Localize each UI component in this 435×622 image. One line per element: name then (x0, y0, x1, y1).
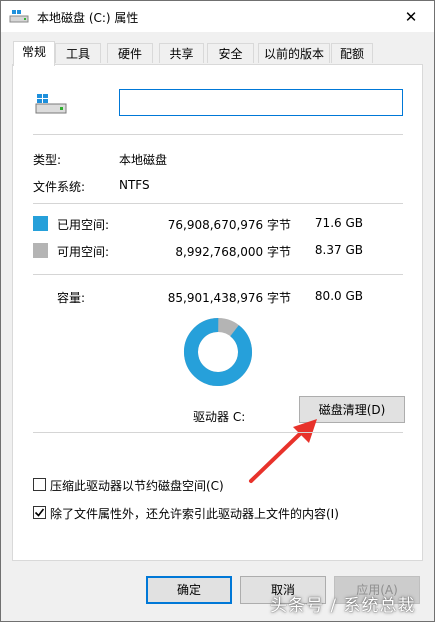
volume-name-input[interactable] (119, 89, 403, 116)
free-space-label: 可用空间: (57, 245, 110, 259)
free-space-swatch (33, 243, 48, 258)
free-space-bytes: 8,992,768,000 字节 (175, 245, 291, 259)
tab-hardware[interactable]: 硬件 (107, 43, 153, 63)
drive-icon (35, 94, 67, 114)
used-space-size: 71.6 GB (314, 216, 363, 230)
divider (33, 432, 403, 433)
divider (33, 134, 403, 135)
free-space-size: 8.37 GB (314, 243, 363, 257)
drive-letter-label: 驱动器 C: (193, 410, 246, 424)
ok-button[interactable]: 确定 (146, 576, 232, 604)
compress-checkbox[interactable] (33, 478, 46, 491)
close-icon: ✕ (404, 7, 418, 26)
filesystem-label: 文件系统: (33, 180, 86, 194)
close-button[interactable]: ✕ (388, 1, 434, 32)
annotation-arrow-icon (249, 419, 317, 483)
index-label: 除了文件属性外，还允许索引此驱动器上文件的内容(I) (50, 507, 339, 521)
tab-quota[interactable]: 配额 (331, 43, 373, 63)
divider (33, 274, 403, 275)
general-panel: 类型: 本地磁盘 文件系统: NTFS 已用空间: 76,908,670,976… (12, 64, 423, 561)
used-space-label: 已用空间: (57, 218, 110, 232)
drive-icon (9, 10, 29, 23)
used-space-swatch (33, 216, 48, 231)
capacity-size: 80.0 GB (314, 289, 363, 303)
title-bar: 本地磁盘 (C:) 属性 ✕ (1, 1, 434, 32)
divider (33, 203, 403, 204)
checkmark-icon (34, 508, 45, 517)
capacity-bytes: 85,901,438,976 字节 (167, 291, 291, 305)
tab-sharing[interactable]: 共享 (159, 43, 204, 63)
window-title: 本地磁盘 (C:) 属性 (37, 11, 139, 25)
properties-window: 本地磁盘 (C:) 属性 ✕ 常规 工具 硬件 共享 安全 以前的版本 配额 类… (0, 0, 435, 622)
tab-security[interactable]: 安全 (207, 43, 254, 63)
type-value: 本地磁盘 (119, 153, 168, 167)
usage-donut-chart (184, 318, 252, 386)
tab-tools[interactable]: 工具 (55, 43, 101, 63)
capacity-label: 容量: (57, 291, 86, 305)
used-space-arc (184, 318, 252, 386)
index-checkbox[interactable] (33, 506, 46, 519)
type-label: 类型: (33, 153, 62, 167)
tab-general[interactable]: 常规 (13, 41, 55, 66)
compress-label: 压缩此驱动器以节约磁盘空间(C) (50, 479, 224, 493)
filesystem-value: NTFS (119, 178, 150, 192)
used-space-bytes: 76,908,670,976 字节 (167, 218, 291, 232)
watermark-text: 头条号 / 系统总裁 (270, 596, 416, 616)
tab-previous-versions[interactable]: 以前的版本 (258, 43, 330, 63)
